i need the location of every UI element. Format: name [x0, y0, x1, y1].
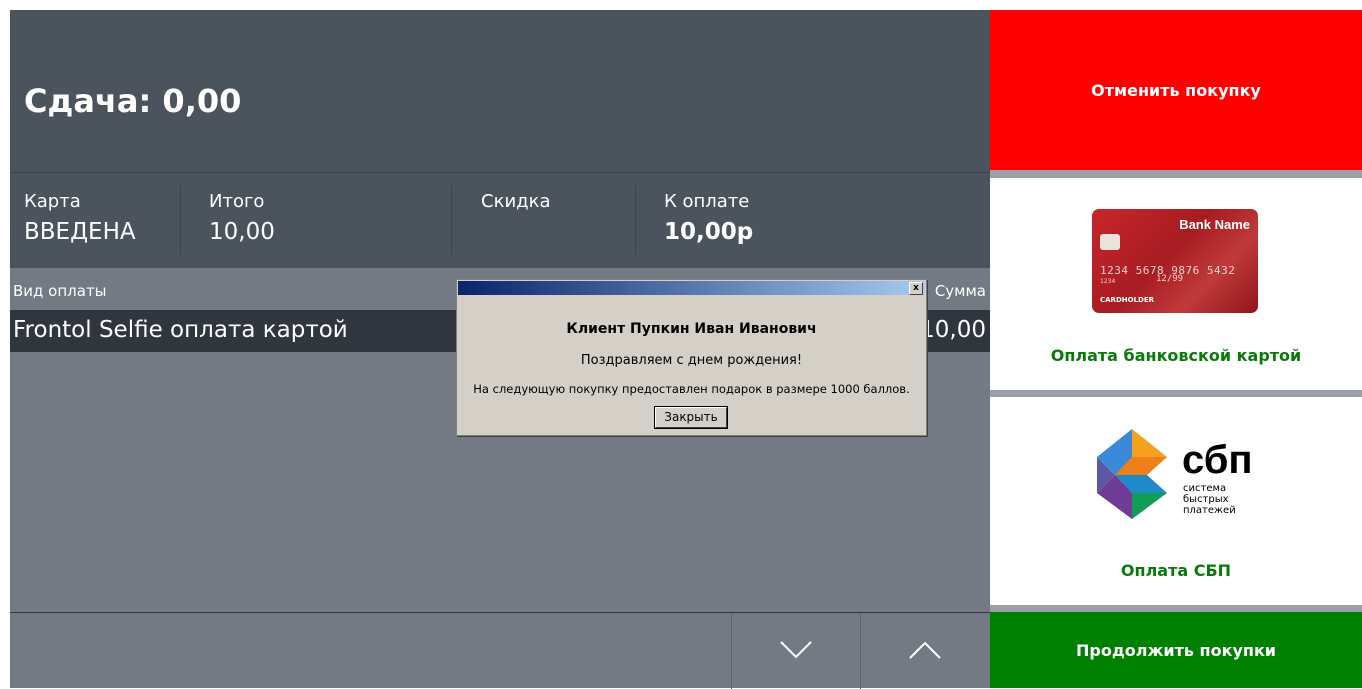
dialog-client-name: Клиент Пупкин Иван Иванович — [566, 321, 817, 337]
close-icon[interactable]: x — [909, 282, 923, 295]
to-pay-value: 10,00р — [664, 219, 754, 245]
total-value: 10,00 — [209, 219, 275, 245]
divider — [635, 185, 636, 255]
column-header-payment-type: Вид оплаты — [13, 282, 107, 300]
continue-shopping-button[interactable]: Продолжить покупки — [990, 612, 1362, 688]
card-holder: CARDHOLDER — [1100, 296, 1155, 304]
card-value: ВВЕДЕНА — [24, 219, 136, 245]
birthday-dialog: x Клиент Пупкин Иван Иванович Поздравляе… — [456, 279, 927, 436]
cancel-purchase-button[interactable]: Отменить покупку — [990, 10, 1362, 170]
cancel-purchase-label: Отменить покупку — [1091, 80, 1261, 100]
total-caption: Итого — [209, 191, 265, 212]
total-block: Итого 10,00 — [209, 173, 429, 257]
column-header-amount: Сумма — [934, 282, 986, 300]
separator — [990, 170, 1362, 178]
to-pay-caption: К оплате — [664, 191, 750, 212]
continue-shopping-label: Продолжить покупки — [1075, 640, 1277, 660]
divider — [451, 185, 452, 255]
card-payment-label: Оплата банковской картой — [1050, 346, 1302, 365]
change-amount: Сдача: 0,00 — [24, 82, 242, 120]
card-payment-button[interactable]: Bank Name 1234 5678 9876 5432 1234 12/99… — [990, 178, 1362, 390]
totals-panel: Карта ВВЕДЕНА Итого 10,00 Скидка К оплат… — [10, 172, 990, 268]
bottom-bar — [10, 612, 990, 689]
divider — [180, 185, 181, 255]
to-pay-block: К оплате 10,00р — [664, 173, 864, 257]
discount-caption: Скидка — [481, 191, 551, 212]
payment-type-cell: Frontol Selfie оплата картой — [13, 317, 348, 343]
sbp-subtitle: система быстрых платежей — [1183, 483, 1236, 516]
bank-card-icon: Bank Name 1234 5678 9876 5432 1234 12/99… — [1092, 209, 1258, 313]
dialog-greeting: Поздравляем с днем рождения! — [580, 353, 803, 368]
sbp-logo: сбп система быстрых платежей — [1097, 427, 1277, 519]
card-small-number: 1234 — [1100, 278, 1116, 285]
discount-block: Скидка — [481, 173, 631, 257]
sbp-title: сбп — [1182, 438, 1253, 482]
card-status: Карта ВВЕДЕНА — [24, 173, 184, 257]
scroll-up-button[interactable] — [860, 613, 989, 689]
dialog-close-button[interactable]: Закрыть — [654, 406, 728, 429]
separator — [990, 605, 1362, 612]
bank-name: Bank Name — [1179, 217, 1250, 232]
card-expiry: 12/99 — [1156, 274, 1184, 284]
change-panel: Сдача: 0,00 — [10, 10, 990, 172]
scroll-down-button[interactable] — [731, 613, 860, 689]
dialog-message: На следующую покупку предоставлен подаро… — [473, 382, 910, 396]
chevron-up-icon — [909, 641, 941, 659]
separator — [990, 390, 1362, 397]
sbp-payment-label: Оплата СБП — [1120, 561, 1232, 580]
payment-amount-cell: 10,00 — [920, 317, 986, 343]
chevron-down-icon — [780, 641, 812, 659]
chip-icon — [1100, 234, 1120, 250]
dialog-title-bar: x — [458, 281, 925, 295]
sbp-payment-button[interactable]: сбп система быстрых платежей Оплата СБП — [990, 397, 1362, 605]
card-caption: Карта — [24, 191, 81, 212]
sbp-logo-icon — [1097, 429, 1167, 519]
